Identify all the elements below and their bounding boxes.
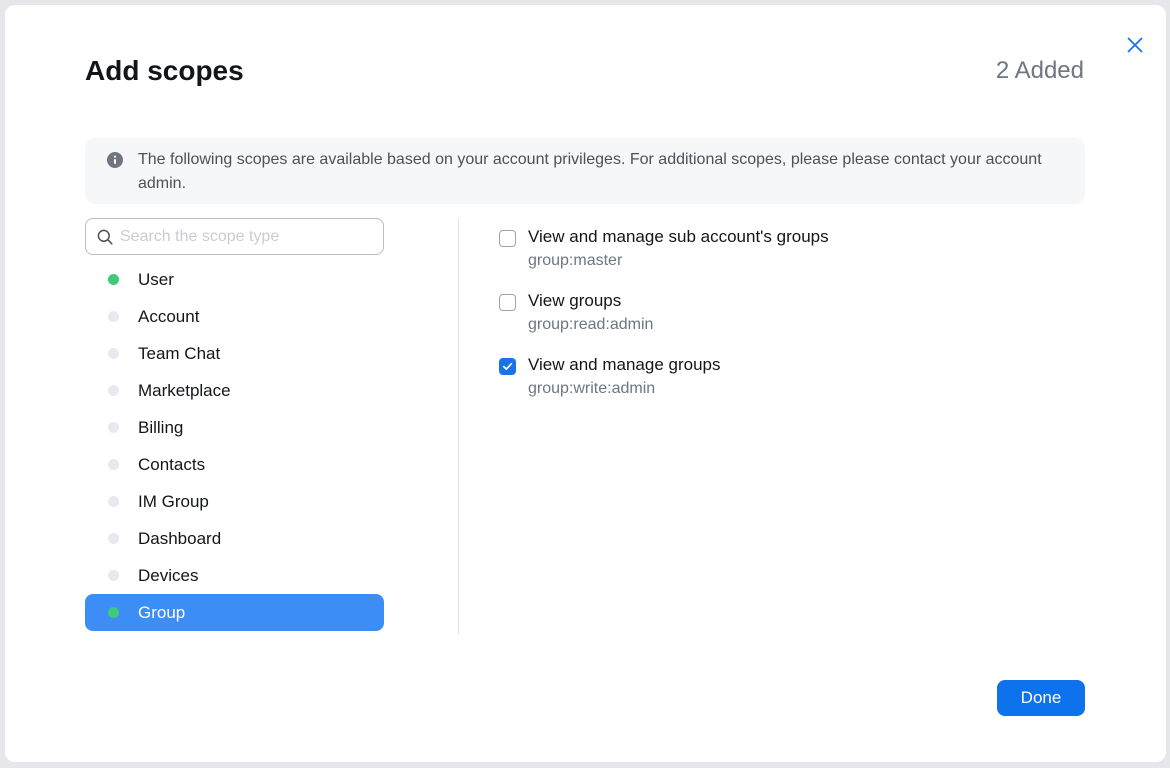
dialog-title: Add scopes: [85, 55, 244, 86]
category-item-devices[interactable]: Devices: [85, 557, 384, 594]
scope-code: group:read:admin: [528, 316, 654, 333]
done-button[interactable]: Done: [997, 680, 1085, 716]
category-label: Dashboard: [138, 529, 222, 548]
scope-item: View and manage groups group:write:admin: [499, 355, 1099, 419]
category-item-team-chat[interactable]: Team Chat: [85, 335, 384, 372]
selection-dot: [108, 496, 119, 507]
scope-code: group:master: [528, 252, 623, 269]
selection-dot: [108, 385, 119, 396]
selection-dot: [108, 607, 119, 618]
info-icon: [107, 152, 123, 168]
selection-dot: [108, 570, 119, 581]
category-label: Account: [138, 307, 200, 326]
scope-item: View groups group:read:admin: [499, 291, 1099, 355]
category-item-contacts[interactable]: Contacts: [85, 446, 384, 483]
scope-checkbox[interactable]: [499, 358, 516, 375]
category-label: Devices: [138, 566, 199, 585]
category-label: User: [138, 270, 174, 289]
selection-dot: [108, 348, 119, 359]
selection-dot: [108, 459, 119, 470]
scope-item: View and manage sub account's groups gro…: [499, 227, 1099, 291]
category-list: User Account Team Chat Marketplace Billi…: [85, 261, 384, 631]
add-scopes-dialog: Add scopes 2 Added The following scopes …: [5, 5, 1166, 762]
selection-dot: [108, 311, 119, 322]
category-label: Marketplace: [138, 381, 231, 400]
column-divider: [458, 218, 459, 634]
scope-title: View and manage groups: [528, 355, 721, 374]
close-icon: [1127, 37, 1143, 53]
info-text: The following scopes are available based…: [138, 151, 1042, 192]
scope-title: View groups: [528, 291, 622, 310]
scope-checkbox[interactable]: [499, 230, 516, 247]
category-item-im-group[interactable]: IM Group: [85, 483, 384, 520]
search-box[interactable]: [85, 218, 384, 255]
category-item-account[interactable]: Account: [85, 298, 384, 335]
close-button[interactable]: [1121, 31, 1149, 59]
scope-code: group:write:admin: [528, 380, 656, 397]
scope-checkbox[interactable]: [499, 294, 516, 311]
search-icon: [97, 229, 113, 245]
category-item-dashboard[interactable]: Dashboard: [85, 520, 384, 557]
category-label: Contacts: [138, 455, 206, 474]
added-count: 2 Added: [995, 57, 1084, 84]
scope-list: View and manage sub account's groups gro…: [499, 227, 1099, 419]
selection-dot: [108, 274, 119, 285]
category-item-marketplace[interactable]: Marketplace: [85, 372, 384, 409]
category-label: Group: [138, 603, 186, 622]
category-label: Billing: [138, 418, 184, 437]
selection-dot: [108, 533, 119, 544]
scope-title: View and manage sub account's groups: [528, 227, 829, 246]
check-icon: [502, 362, 513, 370]
category-label: IM Group: [138, 492, 209, 511]
category-item-group[interactable]: Group: [85, 594, 384, 631]
info-banner: The following scopes are available based…: [85, 138, 1085, 204]
category-label: Team Chat: [138, 344, 221, 363]
selection-dot: [108, 422, 119, 433]
search-input[interactable]: [120, 225, 375, 249]
category-item-billing[interactable]: Billing: [85, 409, 384, 446]
category-item-user[interactable]: User: [85, 261, 384, 298]
